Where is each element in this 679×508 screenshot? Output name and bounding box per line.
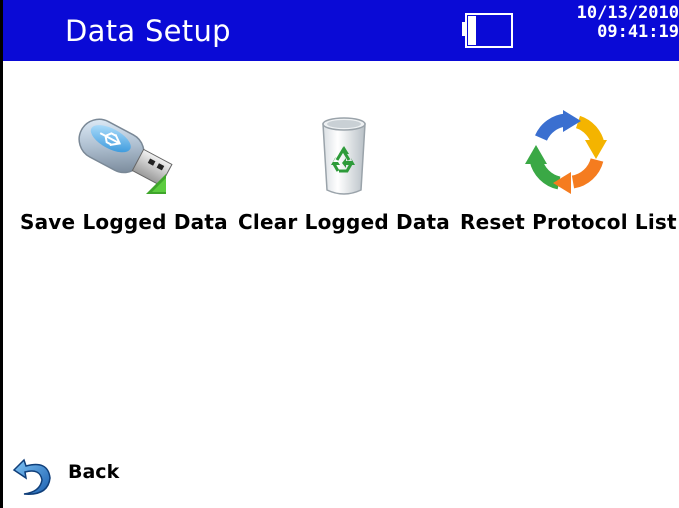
clear-logged-data-label: Clear Logged Data — [238, 210, 450, 234]
battery-empty-icon — [462, 13, 513, 48]
recycle-bin-icon — [322, 117, 366, 195]
save-logged-data-label: Save Logged Data — [20, 210, 228, 234]
time-text: 09:41:19 — [597, 22, 679, 42]
save-logged-data-button[interactable]: Save Logged Data — [20, 102, 228, 252]
back-arrow-icon — [12, 458, 51, 495]
datetime-display: 10/13/2010 09:41:19 — [549, 4, 679, 42]
back-button[interactable]: Back — [10, 448, 150, 498]
clear-logged-data-button[interactable]: Clear Logged Data — [238, 102, 450, 252]
title-bar: Data Setup 10/13/2010 09:41:19 — [3, 0, 679, 61]
device-bezel-edge — [0, 0, 3, 508]
usb-drive-icon — [77, 118, 173, 194]
reset-protocol-list-label: Reset Protocol List — [460, 210, 677, 234]
date-text: 10/13/2010 — [576, 3, 679, 23]
reset-protocol-list-button[interactable]: Reset Protocol List — [460, 102, 677, 252]
refresh-cycle-icon — [525, 110, 607, 194]
back-label: Back — [68, 461, 120, 483]
page-title: Data Setup — [65, 14, 231, 48]
